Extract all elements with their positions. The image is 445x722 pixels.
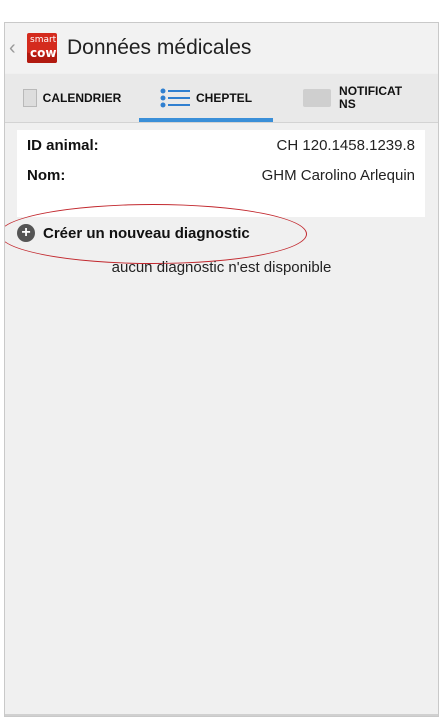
create-diagnostic-button[interactable]: + Créer un nouveau diagnostic [17, 218, 250, 248]
animal-id-label: ID animal: [27, 136, 99, 154]
empty-state-message: aucun diagnostic n'est disponible [111, 259, 332, 276]
animal-name-value: GHM Carolino Arlequin [261, 166, 415, 184]
logo-text-top: smart [30, 35, 57, 45]
tab-notifications[interactable]: NOTIFICAT NS [273, 74, 438, 122]
create-diagnostic-label: Créer un nouveau diagnostic [43, 224, 250, 242]
animal-info-card: ID animal: CH 120.1458.1239.8 Nom: GHM C… [17, 130, 425, 217]
calendar-icon [22, 89, 37, 107]
animal-id-row: ID animal: CH 120.1458.1239.8 [17, 130, 425, 160]
back-icon[interactable]: ‹ [9, 38, 25, 58]
app-window: ‹ smart cow Données médicales CALENDRIER [4, 22, 439, 717]
animal-id-value: CH 120.1458.1239.8 [276, 136, 415, 154]
tab-cheptel[interactable]: CHEPTEL [139, 74, 274, 122]
animal-name-label: Nom: [27, 166, 66, 184]
animal-name-row: Nom: GHM Carolino Arlequin [17, 160, 425, 190]
page-title: Données médicales [67, 36, 252, 59]
bottom-divider [5, 714, 438, 716]
tab-label-line1: NOTIFICAT [339, 84, 403, 98]
tab-bar: CALENDRIER CHEPTEL NOTIFICAT NS [5, 74, 438, 123]
tab-label-line2: NS [339, 97, 356, 111]
tab-label: CALENDRIER [42, 91, 122, 105]
list-icon [160, 87, 191, 109]
plus-circle-icon: + [17, 224, 35, 242]
tab-calendrier[interactable]: CALENDRIER [5, 74, 139, 122]
message-icon [303, 89, 332, 107]
app-bar: ‹ smart cow Données médicales [5, 23, 438, 73]
tab-label: CHEPTEL [196, 91, 253, 105]
smartcow-logo[interactable]: smart cow [27, 33, 57, 63]
logo-text-bottom: cow [30, 46, 57, 60]
tab-label: NOTIFICAT NS [339, 85, 409, 111]
